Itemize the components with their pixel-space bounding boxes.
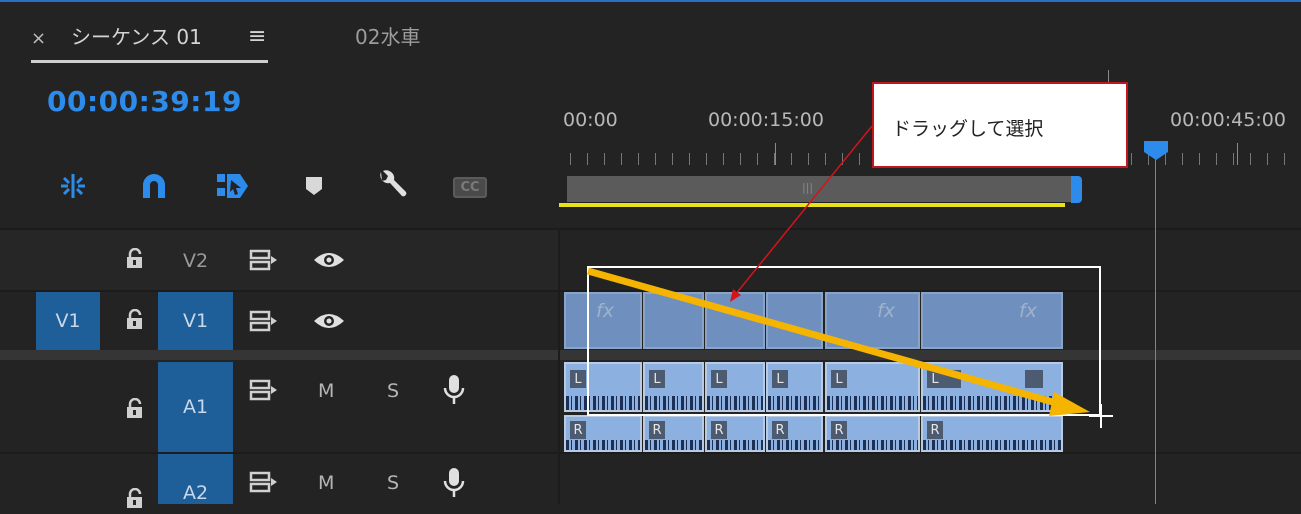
- callout-pointer-arrowhead: [730, 289, 741, 302]
- crosshair-cursor-icon: [1089, 404, 1113, 428]
- drag-direction-arrowhead: [1049, 392, 1090, 416]
- annotation-overlay: [587, 125, 1113, 428]
- instruction-callout: ドラッグして選択: [872, 82, 1128, 168]
- callout-text: ドラッグして選択: [892, 118, 1044, 140]
- drag-direction-arrow: [587, 267, 1061, 408]
- callout-pointer-arrow: [734, 125, 873, 296]
